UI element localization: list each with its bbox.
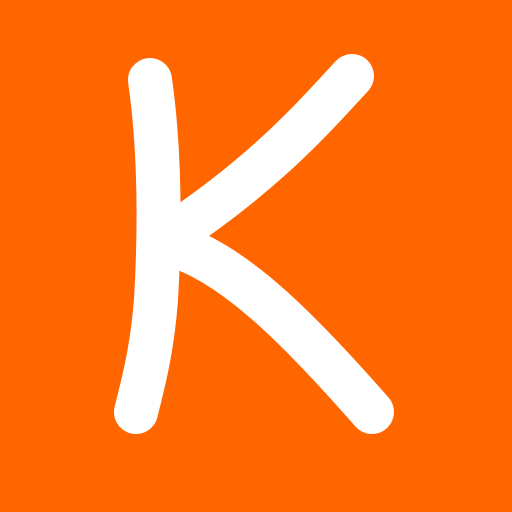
k-letter-icon [0,0,512,512]
k-logo [0,0,512,512]
logo-background [0,0,512,512]
